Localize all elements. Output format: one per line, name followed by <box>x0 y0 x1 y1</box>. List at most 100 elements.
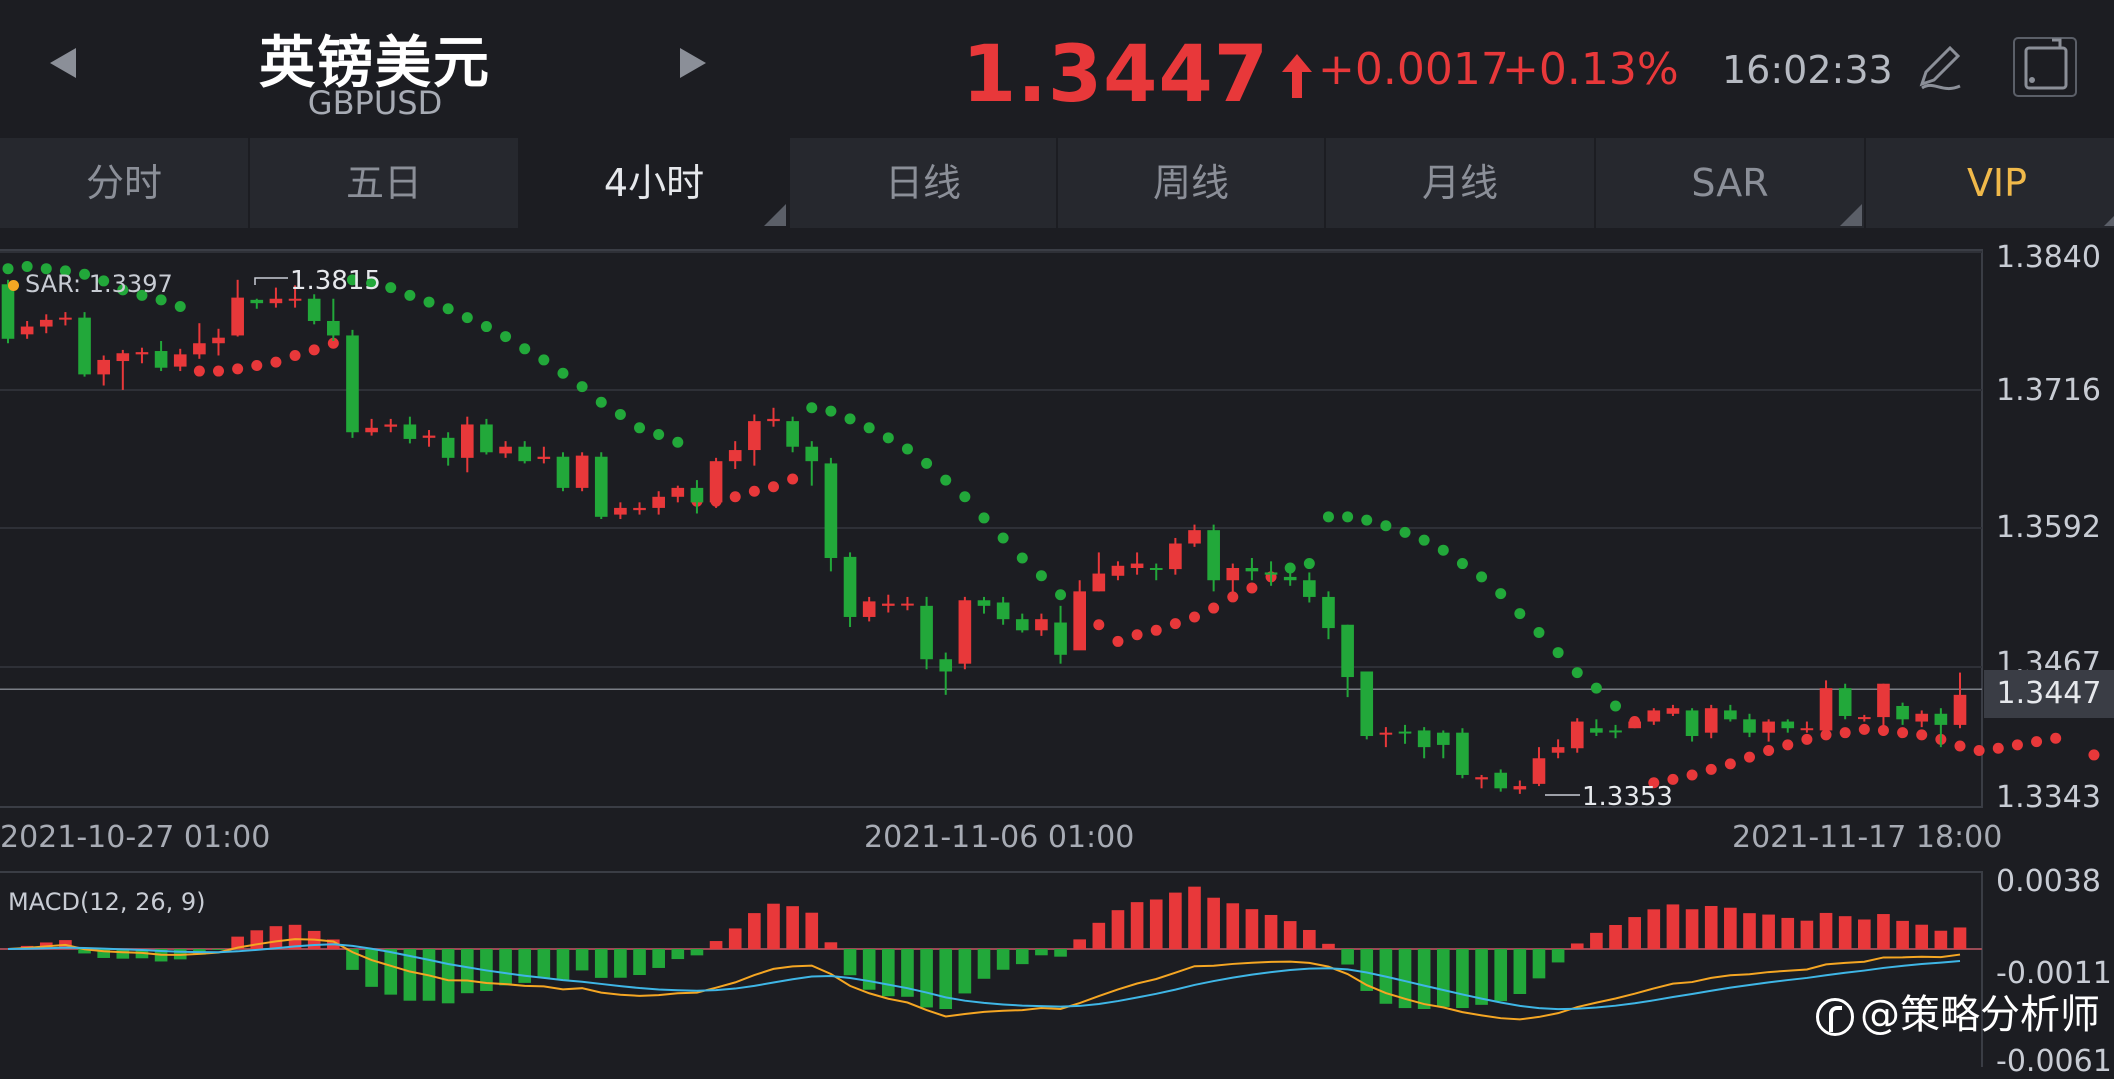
high-leader-line <box>254 277 288 285</box>
tab-weekly[interactable]: 周线 <box>1058 138 1326 228</box>
high-price-label: 1.3815 <box>290 266 381 296</box>
candle-body <box>1685 710 1699 737</box>
macd-bar <box>384 949 398 995</box>
sar-dot <box>1418 534 1430 546</box>
macd-bar <box>728 928 742 949</box>
candle-body <box>1226 568 1240 581</box>
sar-dot <box>308 344 320 356</box>
candle-body <box>1877 683 1890 718</box>
candle-body <box>97 359 111 375</box>
macd-bar <box>958 949 972 994</box>
candle-body <box>862 601 876 617</box>
macd-bar <box>1245 909 1259 949</box>
candle-body <box>1475 777 1488 780</box>
pen-icon[interactable] <box>1912 40 1968 96</box>
tab-monthly[interactable]: 月线 <box>1326 138 1596 228</box>
candle-body <box>920 605 933 660</box>
macd-bar <box>1417 949 1431 1009</box>
macd-bar <box>135 949 149 959</box>
candle-body <box>250 299 264 304</box>
tab-daily[interactable]: 日线 <box>790 138 1058 228</box>
macd-bar <box>843 949 857 976</box>
period-tabs: 分时 五日 4小时 日线 周线 月线 SAR VIP <box>0 138 2114 228</box>
macd-bar <box>154 949 168 962</box>
sar-dot <box>270 356 282 368</box>
sar-dot <box>1571 667 1583 679</box>
macd-bar <box>346 949 359 970</box>
tab-sar[interactable]: SAR <box>1596 138 1866 228</box>
candle-body <box>1953 694 1967 725</box>
sar-dot <box>500 331 512 343</box>
macd-bar <box>269 926 283 949</box>
candle-body <box>1915 713 1929 722</box>
tab-label: 日线 <box>884 161 961 205</box>
sar-dot <box>1820 729 1832 741</box>
candle-body <box>748 421 761 451</box>
chevron-right-icon[interactable] <box>680 48 706 78</box>
candle-body <box>537 456 551 459</box>
macd-bar <box>1800 920 1814 949</box>
candle-body <box>1130 563 1144 568</box>
candle-body <box>1838 688 1852 716</box>
macd-bar <box>1398 949 1412 1009</box>
macd-bar <box>1149 899 1163 949</box>
candle-body <box>1303 580 1316 597</box>
price-panel-frame <box>0 249 1983 808</box>
candle-body <box>652 496 665 508</box>
sar-dot <box>1610 700 1622 712</box>
rotate-screen-icon[interactable] <box>2012 36 2078 98</box>
macd-bar <box>920 949 933 1008</box>
candle-body <box>1436 732 1450 745</box>
candle-body <box>1015 619 1029 631</box>
macd-bar <box>614 949 627 978</box>
candle-body <box>384 424 398 427</box>
sar-dot <box>1973 744 1985 756</box>
macd-bar <box>1666 904 1680 949</box>
macd-bar <box>537 949 551 978</box>
candle-body <box>1743 719 1756 733</box>
candle-body <box>1264 572 1278 575</box>
tab-4-hour[interactable]: 4小时 <box>520 138 790 228</box>
candle-body <box>78 317 91 375</box>
macd-bar <box>1647 909 1661 949</box>
candle-body <box>1283 576 1297 581</box>
macd-bar <box>1035 949 1048 956</box>
macd-bar <box>1015 949 1029 965</box>
sar-dot <box>2011 739 2023 751</box>
macd-bar <box>1857 919 1871 949</box>
quote-time: 16:02:33 <box>1722 48 1893 92</box>
sar-dot <box>901 443 913 455</box>
tab-minute[interactable]: 分时 <box>0 138 250 228</box>
candle-body <box>1322 596 1335 629</box>
candle-body <box>1590 728 1603 733</box>
sar-dot <box>1342 511 1354 523</box>
macd-bar <box>39 942 53 949</box>
candle-body <box>365 427 378 433</box>
macd-bar <box>1532 949 1546 979</box>
tab-vip[interactable]: VIP <box>1866 138 2114 228</box>
sar-dot <box>1322 511 1334 523</box>
macd-bar <box>116 949 130 959</box>
sar-dot <box>863 422 875 434</box>
macd-bar <box>1303 929 1316 949</box>
macd-bar <box>499 949 512 986</box>
sar-dot <box>519 343 531 355</box>
sar-dot <box>1916 729 1928 741</box>
tab-label: SAR <box>1691 161 1769 205</box>
chevron-left-icon[interactable] <box>50 48 76 78</box>
sar-dot <box>825 405 837 417</box>
macd-bar <box>690 949 704 956</box>
candle-body <box>939 659 953 672</box>
candle-body <box>39 319 53 327</box>
macd-bar <box>231 936 244 949</box>
sar-dot <box>1035 570 1047 582</box>
macd-bar <box>288 924 302 949</box>
tab-five-day[interactable]: 五日 <box>250 138 520 228</box>
sar-dot <box>1437 544 1449 556</box>
macd-bar <box>403 949 417 1001</box>
candle-body <box>786 421 799 447</box>
macd-bar <box>212 949 225 950</box>
tab-label: 分时 <box>85 161 162 205</box>
macd-dif-line <box>7 938 1961 1021</box>
y-tick: 1.3840 <box>1996 240 2101 275</box>
